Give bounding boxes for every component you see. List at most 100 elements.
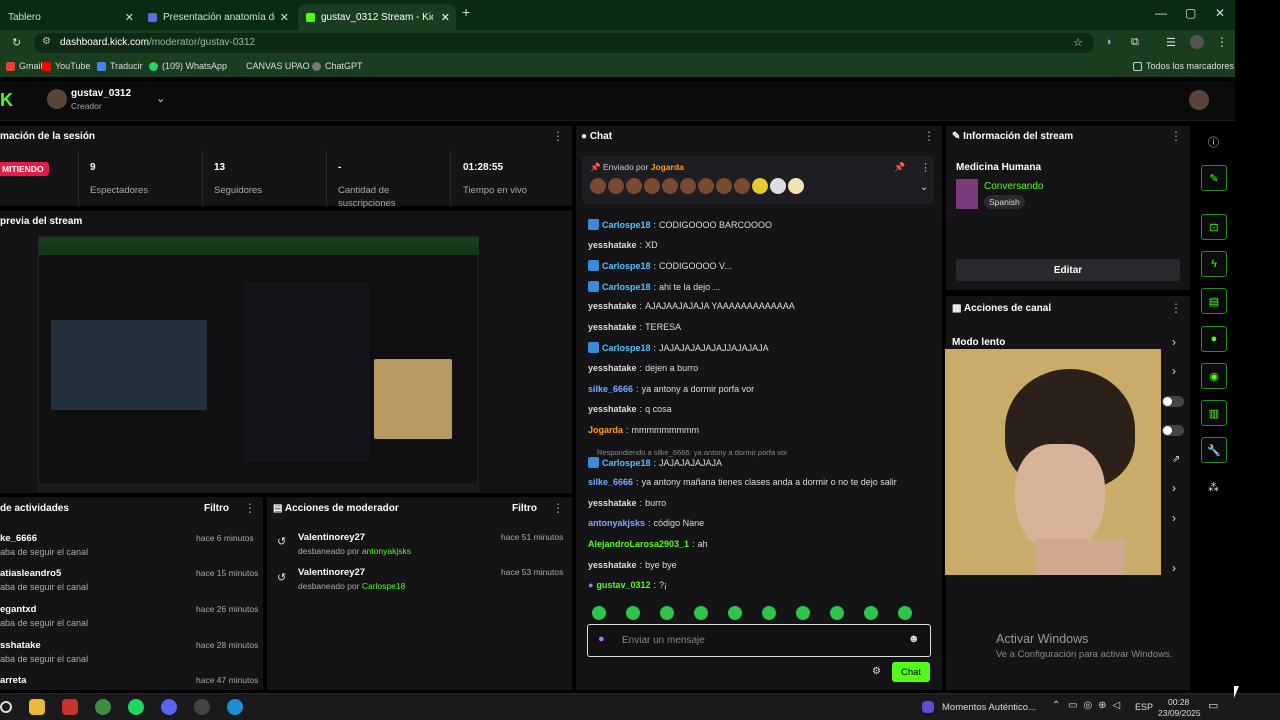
emote-icon[interactable] [830, 606, 844, 620]
chat-bubble-icon[interactable]: ● [1201, 326, 1227, 352]
kick-logo-icon[interactable]: K [0, 91, 20, 109]
chevron-up-icon[interactable]: ⌃ [1052, 700, 1060, 711]
chevron-down-icon[interactable]: ⌄ [920, 182, 928, 193]
chat-username[interactable]: yesshatake [588, 560, 637, 570]
mod-filter-button[interactable]: Filtro [512, 503, 537, 514]
chat-username[interactable]: AlejandroLarosa2903_1 [588, 539, 689, 549]
chat-username[interactable]: yesshatake [588, 322, 637, 332]
document-icon[interactable]: ▤ [1201, 288, 1227, 314]
emote-icon[interactable] [660, 606, 674, 620]
wrench-icon[interactable]: 🔧 [1201, 437, 1227, 463]
chevron-right-icon[interactable]: › [1172, 511, 1176, 525]
more-options-icon[interactable]: ⋮ [552, 501, 564, 515]
chevron-right-icon[interactable]: › [1172, 335, 1176, 349]
bookmark-chatgpt[interactable]: ChatGPT [312, 61, 363, 71]
chat-username[interactable]: silke_6666 [588, 384, 633, 394]
close-window-icon[interactable]: ✕ [1215, 6, 1225, 20]
clock-date[interactable]: 23/09/2025 [1158, 708, 1201, 718]
more-options-icon[interactable]: ⋮ [920, 161, 931, 174]
bookmark-canvas[interactable]: CANVAS UPAO [233, 61, 310, 71]
edit-button[interactable]: Editar [956, 259, 1180, 281]
clock-time[interactable]: 00:28 [1168, 697, 1189, 707]
chat-username[interactable]: yesshatake [588, 363, 637, 373]
powerpoint-icon[interactable] [62, 699, 78, 715]
edit-pencil-icon[interactable]: ✎ [1201, 165, 1227, 191]
stream-preview-video[interactable] [38, 236, 479, 493]
obs-icon[interactable] [194, 699, 210, 715]
chat-input[interactable]: ● Enviar un mensaje ☻ [587, 624, 931, 657]
bookmark-star-icon[interactable]: ☆ [1073, 36, 1083, 49]
chat-username[interactable]: Carlospe18 [602, 282, 651, 292]
chat-username[interactable]: Carlospe18 [602, 220, 651, 230]
lightning-icon[interactable]: ϟ [1201, 251, 1227, 277]
all-bookmarks[interactable]: Todos los marcadores [1133, 61, 1234, 71]
emote-icon[interactable] [796, 606, 810, 620]
slow-mode-label[interactable]: Modo lento [952, 337, 1005, 348]
new-tab-icon[interactable]: + [462, 4, 470, 20]
unpin-icon[interactable]: 📌 [894, 162, 905, 173]
info-icon[interactable]: ⓘ [1208, 134, 1219, 150]
layout-icon[interactable]: ▥ [1201, 400, 1227, 426]
external-link-icon[interactable]: ⇗ [1172, 454, 1180, 465]
chat-username[interactable]: yesshatake [588, 498, 637, 508]
discord-icon[interactable] [161, 699, 177, 715]
extension-icon[interactable]: ◗ [1106, 36, 1113, 48]
bookmark-traducir[interactable]: Traducir [97, 61, 143, 71]
chat-username[interactable]: Carlospe18 [602, 343, 651, 353]
settings-gear-icon[interactable]: ⚙ [872, 666, 881, 677]
toggle-switch[interactable] [1162, 425, 1184, 436]
reload-icon[interactable]: ↻ [12, 36, 21, 49]
emote-icon[interactable] [728, 606, 742, 620]
chevron-right-icon[interactable]: › [1172, 561, 1176, 575]
close-icon[interactable]: ✕ [280, 11, 289, 24]
microphone-icon[interactable]: ● [598, 633, 605, 645]
notifications-icon[interactable]: ▭ [1208, 699, 1218, 712]
bookmark-youtube[interactable]: YouTube [42, 61, 90, 71]
chat-username[interactable]: antonyakjsks [588, 518, 645, 528]
site-info-icon[interactable]: ⚙ [42, 36, 51, 47]
maximize-icon[interactable]: ▢ [1185, 6, 1196, 20]
broadcast-icon[interactable]: ◉ [1201, 363, 1227, 389]
more-options-icon[interactable]: ⋮ [923, 129, 935, 143]
screen-icon[interactable]: ⊡ [1201, 214, 1227, 240]
more-options-icon[interactable]: ⋮ [1170, 129, 1182, 143]
chat-username[interactable]: Jogarda [588, 425, 623, 435]
tab-kick-dashboard[interactable]: gustav_0312 Stream - Kick Das ✕ [298, 4, 456, 30]
file-explorer-icon[interactable] [29, 699, 45, 715]
tab-tablero[interactable]: Tablero ✕ [0, 4, 140, 30]
url-field[interactable]: ⚙ dashboard.kick.com/moderator/gustav-03… [34, 33, 1094, 53]
chrome-icon[interactable] [95, 699, 111, 715]
bookmark-gmail[interactable]: Gmail [6, 61, 43, 71]
chat-username[interactable]: yesshatake [588, 301, 637, 311]
send-chat-button[interactable]: Chat [892, 662, 930, 682]
search-icon[interactable] [0, 701, 12, 713]
close-icon[interactable]: ✕ [125, 11, 134, 24]
chat-username[interactable]: yesshatake [588, 404, 637, 414]
close-icon[interactable]: ✕ [441, 11, 450, 24]
profile-avatar[interactable] [1190, 35, 1204, 49]
more-options-icon[interactable]: ⋮ [244, 501, 256, 515]
edge-icon[interactable] [227, 699, 243, 715]
spotify-icon[interactable] [128, 699, 144, 715]
more-options-icon[interactable]: ⋮ [1170, 301, 1182, 315]
emote-icon[interactable] [626, 606, 640, 620]
chat-username[interactable]: silke_6666 [588, 477, 633, 487]
toggle-switch[interactable] [1162, 396, 1184, 407]
chevron-down-icon[interactable]: ⌄ [156, 92, 165, 105]
emoji-icon[interactable]: ☻ [908, 633, 920, 645]
chat-username[interactable]: Carlospe18 [602, 458, 651, 468]
language-indicator[interactable]: ESP [1135, 702, 1153, 712]
activity-filter-button[interactable]: Filtro [204, 503, 229, 514]
chevron-right-icon[interactable]: › [1172, 364, 1176, 378]
tray-icons[interactable]: ▭◎⊕◁ [1068, 700, 1126, 711]
extensions-puzzle-icon[interactable]: ⧉ [1131, 36, 1139, 49]
connections-icon[interactable]: ⁂ [1208, 481, 1219, 494]
emote-icon[interactable] [592, 606, 606, 620]
taskbar-app-label[interactable]: Momentos Auténtico... [942, 702, 1036, 713]
chat-username[interactable]: yesshatake [588, 240, 637, 250]
emote-icon[interactable] [864, 606, 878, 620]
chat-username[interactable]: gustav_0312 [596, 580, 650, 590]
emote-icon[interactable] [762, 606, 776, 620]
menu-dots-icon[interactable]: ⋮ [1216, 35, 1228, 49]
emote-icon[interactable] [898, 606, 912, 620]
